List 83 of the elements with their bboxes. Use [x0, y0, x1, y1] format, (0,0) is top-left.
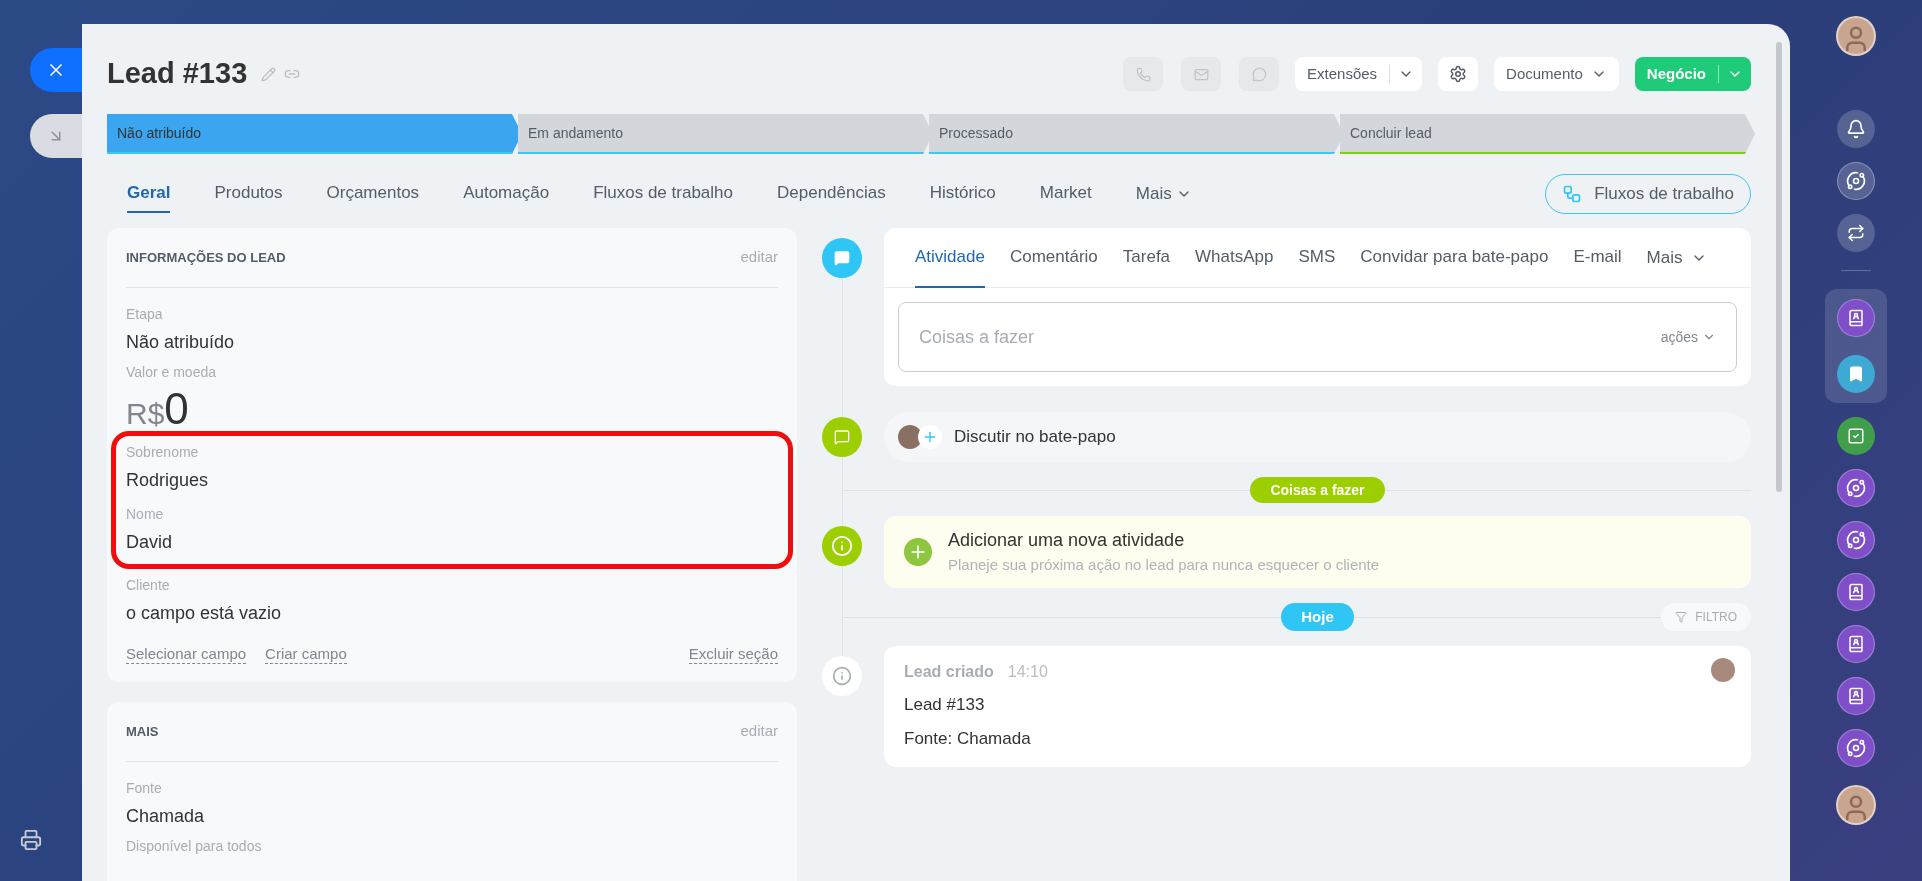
- contact-book-icon[interactable]: [1837, 625, 1875, 663]
- orbit-icon[interactable]: [1837, 729, 1875, 767]
- chat-exchange-icon[interactable]: [1837, 214, 1875, 252]
- todo-badge: Coisas a fazer: [1250, 477, 1385, 503]
- chat-bubble-icon: [822, 417, 862, 457]
- minimize-button[interactable]: [30, 114, 82, 158]
- field-label: Fonte: [126, 778, 162, 798]
- settings-icon: [1449, 65, 1468, 83]
- chat-icon: [1251, 66, 1267, 82]
- event-line: Lead #133: [904, 694, 986, 716]
- section-tab[interactable]: Automação: [463, 175, 550, 213]
- document-button[interactable]: Documento: [1494, 57, 1619, 91]
- avatar-icon: [898, 425, 922, 449]
- field-label: Valor e moeda: [126, 362, 216, 382]
- print-icon[interactable]: [20, 829, 42, 851]
- todo-input-field[interactable]: Coisas a fazer ações: [898, 302, 1737, 372]
- activity-tab[interactable]: Tarefa: [1122, 227, 1171, 288]
- event-time: 14:10: [1007, 662, 1048, 682]
- discuss-chat-bar[interactable]: Discutir no bate-papo: [884, 412, 1751, 462]
- field-label: Nome: [126, 504, 164, 524]
- extensions-button[interactable]: Extensões: [1295, 57, 1423, 91]
- bell-icon[interactable]: [1837, 110, 1875, 148]
- today-badge: Hoje: [1281, 603, 1354, 631]
- field-action-link[interactable]: Selecionar campo: [126, 644, 247, 665]
- more-tab[interactable]: Mais: [1135, 175, 1192, 213]
- field-value: David: [126, 530, 173, 554]
- avatar-icon[interactable]: [1836, 16, 1876, 56]
- field-value: o campo está vazio: [126, 601, 282, 625]
- close-button[interactable]: [30, 48, 82, 92]
- workflow-icon: [1562, 184, 1583, 204]
- phone-icon: [1135, 66, 1151, 82]
- section-tab[interactable]: Orçamentos: [326, 175, 420, 213]
- info-icon: [822, 526, 862, 566]
- field-action-link[interactable]: Criar campo: [265, 644, 347, 665]
- orbit-icon[interactable]: [1837, 469, 1875, 507]
- avatar-icon[interactable]: [1836, 785, 1876, 825]
- add-activity-title: Adicionar uma nova atividade: [948, 529, 1186, 553]
- orbit-icon[interactable]: [1837, 521, 1875, 559]
- activity-tab[interactable]: E-mail: [1573, 227, 1622, 288]
- activity-tab[interactable]: Comentário: [1009, 227, 1098, 288]
- check-square-icon[interactable]: [1837, 417, 1875, 455]
- comment-icon: [822, 238, 862, 278]
- event-line: Fonte: Chamada: [904, 727, 1032, 750]
- event-title: Lead criado: [904, 662, 994, 682]
- card-title: INFORMAÇÕES DO LEAD: [126, 248, 286, 267]
- delete-section-link[interactable]: Excluir seção: [688, 644, 778, 665]
- field-value: Chamada: [126, 804, 205, 828]
- section-tab[interactable]: Fluxos de trabalho: [593, 175, 733, 213]
- field-value: Rodrigues: [126, 468, 209, 492]
- card-title: MAIS: [126, 722, 159, 741]
- page-title: Lead #133: [107, 56, 248, 92]
- section-tab[interactable]: Produtos: [214, 175, 283, 213]
- field-label: Cliente: [126, 575, 170, 595]
- contact-book-icon[interactable]: [1837, 573, 1875, 611]
- bookmark-icon[interactable]: [1837, 355, 1875, 393]
- activity-tab[interactable]: WhatsApp: [1195, 227, 1274, 288]
- actions-dropdown[interactable]: ações: [1660, 326, 1716, 348]
- activity-tab[interactable]: Atividade: [915, 227, 985, 288]
- activity-tab[interactable]: Convidar para bate-papo: [1360, 227, 1549, 288]
- amount-value: 0: [164, 386, 189, 431]
- settings-button[interactable]: [1438, 57, 1479, 91]
- scrollbar[interactable]: [1776, 42, 1782, 492]
- field-label: Sobrenome: [126, 442, 199, 462]
- field-label: Disponível para todos: [126, 836, 262, 856]
- filter-icon: [1675, 611, 1688, 623]
- info-icon: [822, 656, 862, 696]
- orbit-icon[interactable]: [1837, 162, 1875, 200]
- add-activity-card[interactable]: Adicionar uma nova atividade Planeje sua próxima ação no lead para nunca esquecer o cliente: [884, 516, 1751, 588]
- avatar-icon: [1711, 658, 1735, 682]
- activity-tab[interactable]: SMS: [1298, 227, 1336, 288]
- contact-book-icon[interactable]: [1837, 677, 1875, 715]
- field-label: Etapa: [126, 304, 163, 324]
- section-tab[interactable]: Market: [1039, 175, 1092, 213]
- section-tab[interactable]: Histórico: [929, 175, 996, 213]
- field-value: Não atribuído: [126, 330, 235, 354]
- more-tab[interactable]: Mais: [1646, 244, 1707, 271]
- stage-step[interactable]: Concluir lead: [1340, 114, 1755, 154]
- currency-symbol: R$: [126, 398, 165, 429]
- section-tab[interactable]: Geral: [127, 175, 171, 213]
- section-tab[interactable]: Dependências: [777, 175, 886, 213]
- mail-icon: [1193, 66, 1209, 82]
- add-activity-hint: Planeje sua próxima ação no lead para nunca esquecer o cliente: [948, 555, 1380, 576]
- contact-book-icon[interactable]: [1837, 299, 1875, 337]
